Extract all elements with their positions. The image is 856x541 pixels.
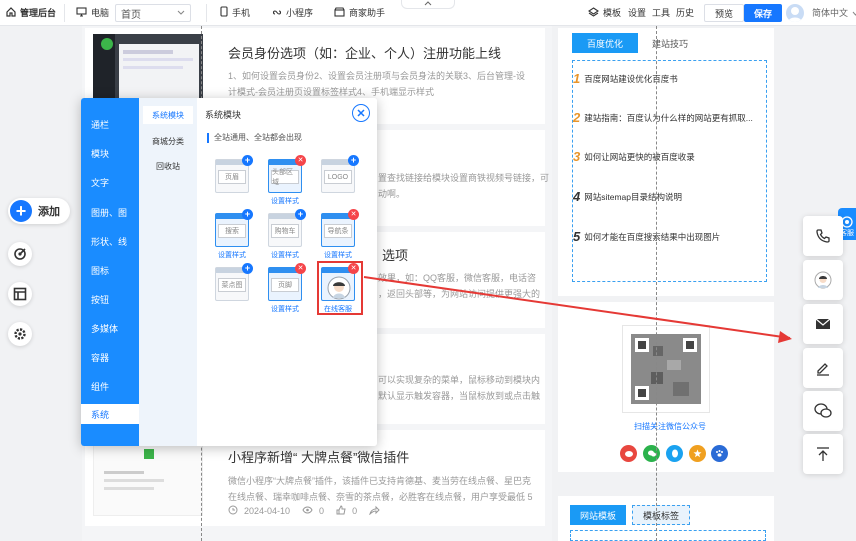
float-wechat-button[interactable] xyxy=(803,391,843,431)
wechat-icon xyxy=(814,403,832,418)
float-email-button[interactable] xyxy=(803,304,843,344)
phone-call-icon xyxy=(816,229,830,243)
float-back-to-top-button[interactable] xyxy=(803,434,843,474)
pencil-icon xyxy=(817,363,829,376)
float-phone-button[interactable] xyxy=(803,216,843,256)
float-avatar-button[interactable] xyxy=(803,260,843,300)
customer-service-icon xyxy=(814,271,832,289)
float-feedback-button[interactable] xyxy=(803,348,843,388)
annotation-arrow xyxy=(363,276,792,343)
email-icon xyxy=(815,318,831,329)
back-to-top-icon xyxy=(817,447,829,461)
